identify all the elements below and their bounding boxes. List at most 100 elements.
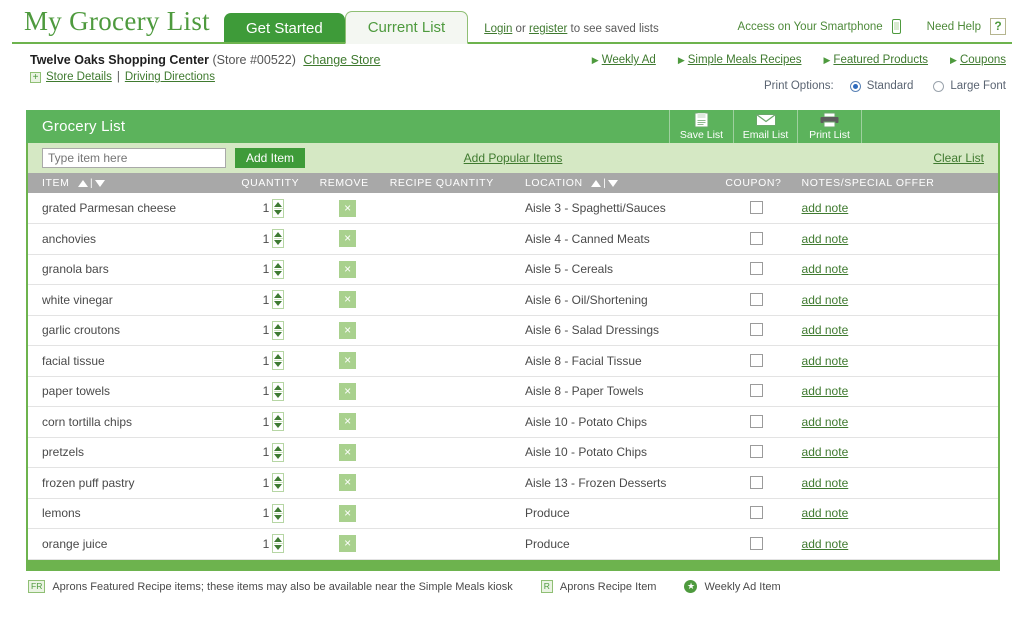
stepper-down-icon[interactable] [274, 484, 283, 490]
radio-large-font-label[interactable]: Large Font [950, 80, 1006, 92]
register-link[interactable]: register [529, 23, 567, 35]
remove-item-button[interactable]: × [339, 535, 357, 553]
stepper-up-icon[interactable] [274, 201, 283, 207]
nav-item-coupons[interactable]: ▶ Coupons [950, 54, 1006, 66]
stepper-up-icon[interactable] [274, 476, 283, 482]
quantity-spinner[interactable] [272, 229, 285, 249]
add-note-link[interactable]: add note [802, 262, 849, 276]
nav-link-label[interactable]: Weekly Ad [602, 54, 656, 66]
question-mark-icon[interactable]: ? [990, 18, 1006, 35]
add-note-link[interactable]: add note [802, 415, 849, 429]
quantity-stepper[interactable]: 1 [263, 290, 285, 310]
print-list-button[interactable]: Print List [797, 110, 862, 143]
remove-item-button[interactable]: × [339, 199, 357, 217]
quantity-stepper[interactable]: 1 [263, 229, 285, 249]
nav-link-label[interactable]: Featured Products [833, 54, 928, 66]
coupon-checkbox[interactable] [749, 292, 763, 306]
add-note-link[interactable]: add note [802, 201, 849, 215]
stepper-up-icon[interactable] [274, 354, 283, 360]
nav-item-featured-products[interactable]: ▶ Featured Products [824, 54, 929, 66]
add-note-link[interactable]: add note [802, 445, 849, 459]
nav-link-label[interactable]: Simple Meals Recipes [688, 54, 802, 66]
smartphone-icon[interactable] [891, 19, 901, 34]
coupon-checkbox[interactable] [749, 536, 763, 550]
quantity-stepper[interactable]: 1 [263, 442, 285, 462]
tab-get-started[interactable]: Get Started [223, 13, 345, 44]
coupon-checkbox[interactable] [749, 414, 763, 428]
stepper-up-icon[interactable] [274, 506, 283, 512]
add-note-link[interactable]: add note [802, 384, 849, 398]
quantity-spinner[interactable] [272, 503, 285, 523]
quantity-spinner[interactable] [272, 320, 285, 340]
stepper-up-icon[interactable] [274, 384, 283, 390]
plus-icon[interactable]: + [30, 71, 41, 83]
add-popular-items-link[interactable]: Add Popular Items [464, 151, 563, 165]
remove-item-button[interactable]: × [339, 382, 357, 400]
email-list-button[interactable]: Email List [733, 110, 798, 143]
stepper-down-icon[interactable] [274, 209, 283, 215]
quantity-spinner[interactable] [272, 473, 285, 493]
coupon-checkbox[interactable] [749, 231, 763, 245]
coupon-checkbox[interactable] [749, 201, 763, 214]
stepper-down-icon[interactable] [274, 423, 283, 429]
quantity-spinner[interactable] [272, 442, 285, 462]
smartphone-label[interactable]: Access on Your Smartphone [738, 21, 883, 33]
add-note-link[interactable]: add note [802, 506, 849, 520]
sort-ascending-icon[interactable] [591, 180, 602, 187]
quantity-stepper[interactable]: 1 [263, 412, 285, 432]
stepper-up-icon[interactable] [274, 537, 283, 543]
quantity-stepper[interactable]: 1 [263, 534, 285, 554]
quantity-spinner[interactable] [272, 290, 285, 310]
radio-large-font[interactable] [933, 80, 945, 92]
sort-descending-icon[interactable] [608, 180, 619, 187]
coupon-checkbox[interactable] [749, 262, 763, 276]
store-details-link[interactable]: Store Details [46, 71, 112, 83]
add-note-link[interactable]: add note [802, 537, 849, 551]
remove-item-button[interactable]: × [339, 443, 357, 461]
sort-descending-icon[interactable] [95, 180, 106, 187]
quantity-stepper[interactable]: 1 [263, 198, 285, 218]
stepper-down-icon[interactable] [274, 453, 283, 459]
coupon-checkbox[interactable] [749, 384, 763, 398]
add-note-link[interactable]: add note [802, 232, 849, 246]
stepper-up-icon[interactable] [274, 262, 283, 268]
need-help-label[interactable]: Need Help [927, 21, 981, 33]
remove-item-button[interactable]: × [339, 352, 357, 370]
remove-item-button[interactable]: × [339, 321, 357, 339]
coupon-checkbox[interactable] [749, 353, 763, 367]
stepper-up-icon[interactable] [274, 232, 283, 238]
coupon-checkbox[interactable] [749, 323, 763, 337]
add-note-link[interactable]: add note [802, 323, 849, 337]
remove-item-button[interactable]: × [339, 504, 357, 522]
quantity-stepper[interactable]: 1 [263, 381, 285, 401]
stepper-up-icon[interactable] [274, 445, 283, 451]
stepper-up-icon[interactable] [274, 323, 283, 329]
tab-current-list[interactable]: Current List [344, 11, 469, 44]
nav-item-simple-meals-recipes[interactable]: ▶ Simple Meals Recipes [678, 54, 802, 66]
quantity-stepper[interactable]: 1 [263, 320, 285, 340]
stepper-up-icon[interactable] [274, 415, 283, 421]
coupon-checkbox[interactable] [749, 506, 763, 520]
radio-standard[interactable] [849, 80, 861, 92]
remove-item-button[interactable]: × [339, 474, 357, 492]
clear-list-link[interactable]: Clear List [933, 151, 984, 165]
stepper-down-icon[interactable] [274, 392, 283, 398]
quantity-spinner[interactable] [272, 198, 285, 218]
stepper-down-icon[interactable] [274, 545, 283, 551]
remove-item-button[interactable]: × [339, 230, 357, 248]
quantity-spinner[interactable] [272, 259, 285, 279]
stepper-down-icon[interactable] [274, 331, 283, 337]
login-link[interactable]: Login [484, 23, 512, 35]
quantity-stepper[interactable]: 1 [263, 473, 285, 493]
quantity-stepper[interactable]: 1 [263, 351, 285, 371]
stepper-down-icon[interactable] [274, 514, 283, 520]
radio-standard-label[interactable]: Standard [867, 80, 914, 92]
stepper-down-icon[interactable] [274, 301, 283, 307]
add-note-link[interactable]: add note [802, 476, 849, 490]
quantity-spinner[interactable] [272, 412, 285, 432]
stepper-down-icon[interactable] [274, 362, 283, 368]
driving-directions-link[interactable]: Driving Directions [125, 71, 215, 83]
nav-link-label[interactable]: Coupons [960, 54, 1006, 66]
remove-item-button[interactable]: × [339, 413, 357, 431]
stepper-down-icon[interactable] [274, 240, 283, 246]
